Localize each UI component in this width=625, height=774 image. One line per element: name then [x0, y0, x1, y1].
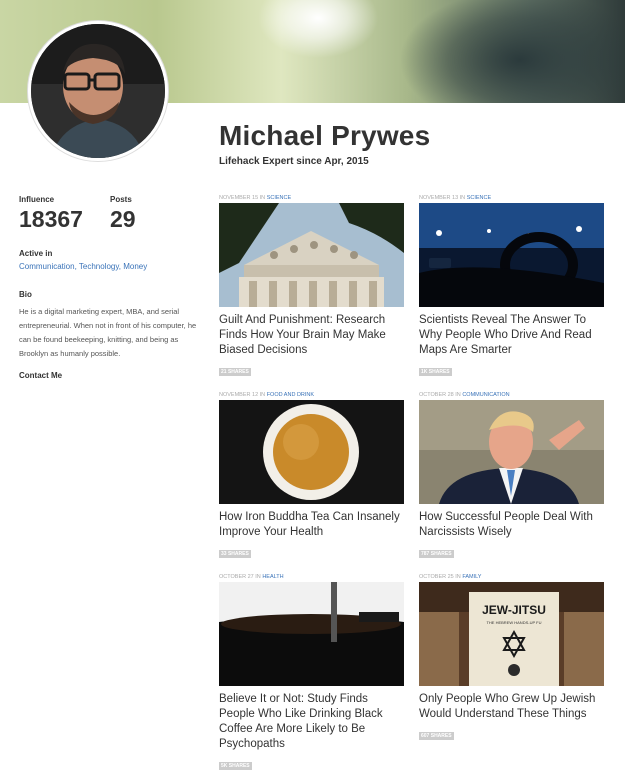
share-count: 5K SHARES [219, 762, 252, 770]
share-count: 21 SHARES [219, 368, 251, 376]
article-title[interactable]: How Successful People Deal With Narcissi… [419, 510, 604, 540]
active-link-technology[interactable]: Technology [79, 262, 119, 271]
article-meta: NOVEMBER 12 IN FOOD AND DRINK [219, 391, 404, 400]
article-meta: NOVEMBER 15 IN SCIENCE [219, 194, 404, 203]
article-meta: OCTOBER 27 IN HEALTH [219, 573, 404, 582]
article-category-link[interactable]: COMMUNICATION [462, 392, 509, 398]
article-date: NOVEMBER 15 [219, 195, 259, 201]
share-count: 787 SHARES [419, 550, 454, 558]
article-date: OCTOBER 27 [219, 574, 254, 580]
article-category-link[interactable]: SCIENCE [467, 195, 491, 201]
book-title: JEW-JITSU [482, 603, 546, 617]
article-meta: OCTOBER 28 IN COMMUNICATION [419, 391, 604, 400]
article-date: NOVEMBER 12 [219, 392, 259, 398]
article-meta: NOVEMBER 13 IN SCIENCE [419, 194, 604, 203]
share-count: 33 SHARES [219, 550, 251, 558]
article-card[interactable]: OCTOBER 27 IN HEALTH Believe It or Not: … [219, 573, 404, 772]
article-card[interactable]: OCTOBER 25 IN FAMILY JEW-JITSU THE HEBRE… [419, 573, 604, 742]
active-in-links: Communication, Technology, Money [19, 262, 148, 271]
posts-label: Posts [110, 195, 132, 204]
article-in: IN [259, 392, 266, 398]
avatar[interactable] [28, 21, 168, 161]
article-in: IN [259, 195, 266, 201]
active-link-communication[interactable]: Communication [19, 262, 75, 271]
article-thumbnail[interactable] [419, 400, 604, 504]
article-date: NOVEMBER 13 [419, 195, 459, 201]
article-title[interactable]: Only People Who Grew Up Jewish Would Und… [419, 692, 604, 722]
article-in: IN [455, 392, 461, 398]
profile-since: Lifehack Expert since Apr, 2015 [219, 156, 369, 167]
man-pointing-image [419, 400, 604, 504]
article-title[interactable]: Guilt And Punishment: Research Finds How… [219, 313, 404, 358]
article-title[interactable]: How Iron Buddha Tea Can Insanely Improve… [219, 510, 404, 540]
article-thumbnail[interactable] [219, 582, 404, 686]
article-category-link[interactable]: SCIENCE [267, 195, 291, 201]
bio-label: Bio [19, 290, 32, 299]
article-category-link[interactable]: FAMILY [462, 574, 481, 580]
article-thumbnail[interactable] [219, 400, 404, 504]
profile-name: Michael Prywes [219, 120, 431, 151]
article-title[interactable]: Believe It or Not: Study Finds People Wh… [219, 692, 404, 752]
article-date: OCTOBER 25 [419, 574, 454, 580]
article-card[interactable]: NOVEMBER 15 IN SCIENCE Guilt And Punishm… [219, 194, 404, 378]
article-thumbnail[interactable] [219, 203, 404, 307]
influence-value: 18367 [19, 206, 83, 232]
article-title[interactable]: Scientists Reveal The Answer To Why Peop… [419, 313, 604, 358]
coffee-press-image [219, 582, 404, 686]
article-card[interactable]: NOVEMBER 13 IN SCIENCE Scientists Reveal… [419, 194, 604, 378]
article-card[interactable]: OCTOBER 28 IN COMMUNICATION How Successf… [419, 391, 604, 560]
article-in: IN [455, 574, 461, 580]
article-date: OCTOBER 28 [419, 392, 454, 398]
book-subtitle: THE HEBREW HANDS-UP FU [486, 620, 541, 625]
tea-cup-image [219, 400, 404, 504]
share-count: 1K SHARES [419, 368, 452, 376]
avatar-photo [31, 24, 165, 158]
share-count: 607 SHARES [419, 732, 454, 740]
car-interior-image [419, 203, 604, 307]
article-card[interactable]: NOVEMBER 12 IN FOOD AND DRINK How Iron B… [219, 391, 404, 560]
article-thumbnail[interactable] [419, 203, 604, 307]
article-in: IN [255, 574, 261, 580]
book-image: JEW-JITSU THE HEBREW HANDS-UP FU [419, 582, 604, 686]
article-thumbnail[interactable]: JEW-JITSU THE HEBREW HANDS-UP FU [419, 582, 604, 686]
article-meta: OCTOBER 25 IN FAMILY [419, 573, 604, 582]
active-link-money[interactable]: Money [123, 262, 147, 271]
article-in: IN [459, 195, 466, 201]
courthouse-image [219, 203, 404, 307]
contact-me-link[interactable]: Contact Me [19, 371, 62, 380]
posts-value: 29 [110, 206, 136, 232]
article-category-link[interactable]: HEALTH [262, 574, 283, 580]
active-in-label: Active in [19, 249, 53, 258]
article-category-link[interactable]: FOOD AND DRINK [267, 392, 314, 398]
bio-text: He is a digital marketing expert, MBA, a… [19, 307, 197, 358]
influence-label: Influence [19, 195, 55, 204]
